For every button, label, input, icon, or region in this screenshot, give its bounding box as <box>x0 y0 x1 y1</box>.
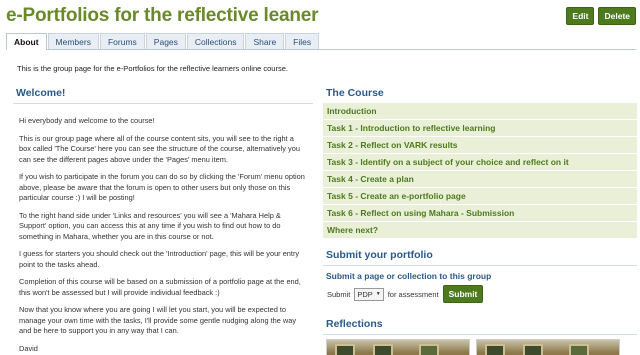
welcome-paragraph: Now that you know where you are going I … <box>19 305 297 335</box>
course-link-where-next[interactable]: Where next? <box>323 222 637 238</box>
course-link-task-5[interactable]: Task 5 - Create an e-portfolio page <box>323 188 637 204</box>
welcome-title: Welcome! <box>13 85 313 104</box>
welcome-paragraph: To the right hand side under 'Links and … <box>19 210 281 241</box>
reflections-title: Reflections <box>323 316 637 335</box>
course-link-introduction[interactable]: Introduction <box>323 103 637 119</box>
window-shape <box>335 344 355 355</box>
reflections-images <box>323 335 637 355</box>
delete-button[interactable]: Delete <box>598 7 636 25</box>
portfolio-select[interactable]: PDP ▼ <box>354 287 384 301</box>
tab-members[interactable]: Members <box>47 33 99 49</box>
submit-portfolio-block: Submit your portfolio Submit a page or c… <box>323 247 637 304</box>
submit-title: Submit your portfolio <box>323 247 637 266</box>
course-link-task-6[interactable]: Task 6 - Reflect on using Mahara - Submi… <box>323 205 637 221</box>
window-shape <box>419 344 439 355</box>
welcome-body: Hi everybody and welcome to the course! … <box>13 104 313 354</box>
course-list: Introduction Task 1 - Introduction to re… <box>323 103 637 238</box>
submit-subtitle: Submit a page or collection to this grou… <box>326 271 492 281</box>
chevron-down-icon: ▼ <box>375 291 381 297</box>
course-link-task-4[interactable]: Task 4 - Create a plan <box>323 171 637 187</box>
portfolio-select-value: PDP <box>357 289 373 299</box>
welcome-paragraph: Completion of this course will be based … <box>19 277 301 297</box>
tab-share[interactable]: Share <box>245 33 285 49</box>
page-title: e-Portfolios for the reflective leaner <box>6 5 319 26</box>
tab-files[interactable]: Files <box>285 33 320 49</box>
window-shape <box>485 344 505 355</box>
right-column: The Course Introduction Task 1 - Introdu… <box>323 85 637 355</box>
submit-button[interactable]: Submit <box>442 285 484 303</box>
submit-form: Submit PDP ▼ for assessment Submit <box>323 284 637 304</box>
submit-suffix-label: for assessment <box>387 289 439 299</box>
edit-button[interactable]: Edit <box>566 7 595 25</box>
welcome-paragraph: I guess for starters you should check ou… <box>19 249 300 269</box>
welcome-signature: David <box>19 343 38 353</box>
course-title: The Course <box>326 87 384 99</box>
reflection-image[interactable] <box>326 339 470 355</box>
tab-forums[interactable]: Forums <box>99 33 145 49</box>
tab-about[interactable]: About <box>6 33 47 50</box>
tab-pages[interactable]: Pages <box>145 33 186 49</box>
welcome-paragraph: Hi everybody and welcome to the course! <box>19 116 155 125</box>
group-intro: This is the group page for the e-Portfol… <box>17 64 288 73</box>
welcome-paragraph: This is our group page where all of the … <box>19 133 300 164</box>
window-shape <box>569 344 589 355</box>
course-link-task-2[interactable]: Task 2 - Reflect on VARK results <box>323 137 637 153</box>
group-tabs: About Members Forums Pages Collections S… <box>6 33 636 50</box>
course-link-task-1[interactable]: Task 1 - Introduction to reflective lear… <box>323 120 637 136</box>
window-shape <box>373 344 393 355</box>
tab-collections[interactable]: Collections <box>186 33 245 49</box>
reflection-image[interactable] <box>476 339 620 355</box>
page-actions: Edit Delete <box>566 7 636 25</box>
reflections-block: Reflections <box>323 316 637 355</box>
welcome-paragraph: If you wish to participate in the forum … <box>19 172 305 202</box>
window-shape <box>523 344 543 355</box>
submit-prefix-label: Submit <box>327 289 351 299</box>
welcome-block: Welcome! Hi everybody and welcome to the… <box>13 85 313 355</box>
course-link-task-3[interactable]: Task 3 - Identify on a subject of your c… <box>323 154 637 170</box>
